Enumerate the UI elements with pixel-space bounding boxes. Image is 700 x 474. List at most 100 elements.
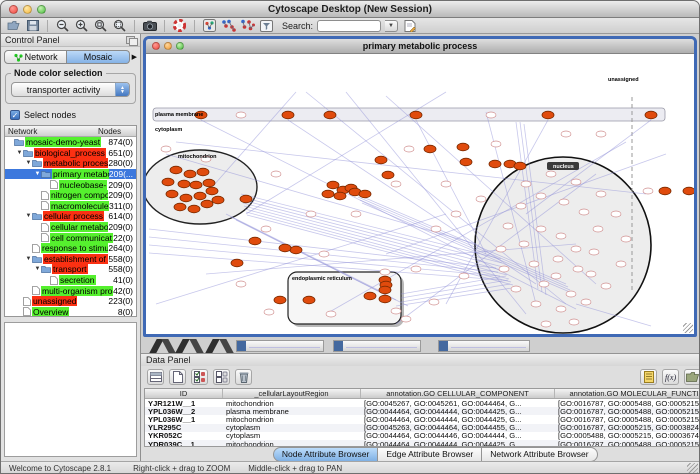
- network-graph[interactable]: plasma membranecytoplasmmitochondrionnuc…: [146, 54, 694, 334]
- selected-node[interactable]: [489, 160, 501, 168]
- close-icon[interactable]: [9, 5, 18, 14]
- node[interactable]: [431, 226, 441, 232]
- selected-node[interactable]: [188, 205, 200, 213]
- node[interactable]: [451, 211, 461, 217]
- selected-node[interactable]: [542, 111, 554, 119]
- selected-node[interactable]: [460, 158, 472, 166]
- node[interactable]: [561, 131, 571, 137]
- node[interactable]: [271, 171, 281, 177]
- window-resize-grip[interactable]: [687, 463, 698, 474]
- zoom-selected-icon[interactable]: [93, 19, 108, 33]
- selected-node[interactable]: [659, 187, 671, 195]
- node[interactable]: [571, 179, 581, 185]
- tab-edge-attribute-browser[interactable]: Edge Attribute Browser: [378, 447, 482, 462]
- selected-node[interactable]: [180, 194, 192, 202]
- layout-icon-2[interactable]: [240, 19, 255, 33]
- selected-node[interactable]: [231, 259, 243, 267]
- node[interactable]: [643, 188, 653, 194]
- selected-node[interactable]: [174, 203, 186, 211]
- node-color-dropdown[interactable]: transporter activity ▲▼: [11, 82, 130, 97]
- zoom-in-icon[interactable]: [74, 19, 89, 33]
- tab-network[interactable]: Network: [4, 50, 67, 64]
- node[interactable]: [539, 281, 549, 287]
- tree-row[interactable]: ▼transport558(0): [5, 264, 136, 275]
- node[interactable]: [404, 146, 414, 152]
- unselect-attributes-icon[interactable]: [213, 369, 230, 385]
- background-window[interactable]: [438, 340, 530, 352]
- node[interactable]: [586, 271, 596, 277]
- node[interactable]: [616, 261, 626, 267]
- selected-node[interactable]: [274, 296, 286, 304]
- selected-node[interactable]: [327, 181, 339, 189]
- tab-mosaic[interactable]: Mosaic: [67, 50, 129, 64]
- view-zoom-icon[interactable]: [176, 42, 184, 50]
- edge[interactable]: [149, 245, 500, 276]
- tree-row[interactable]: ▼establishment of lo558(0): [5, 254, 136, 265]
- node[interactable]: [601, 283, 611, 289]
- tree-row[interactable]: unassigned223(0): [5, 296, 136, 307]
- tree-row[interactable]: nitrogen compo209(0): [5, 190, 136, 201]
- node[interactable]: [521, 181, 531, 187]
- background-window[interactable]: [333, 340, 421, 352]
- node[interactable]: [536, 193, 546, 199]
- selected-node[interactable]: [201, 200, 213, 208]
- node[interactable]: [611, 211, 621, 217]
- node[interactable]: [503, 223, 513, 229]
- disclosure-triangle-icon[interactable]: ▼: [34, 171, 41, 177]
- tree-row[interactable]: cell communicat22(0): [5, 232, 136, 243]
- selected-node[interactable]: [279, 244, 291, 252]
- tree-row[interactable]: nucleobase-209(0): [5, 179, 136, 190]
- help-icon[interactable]: [172, 19, 187, 33]
- tree-row[interactable]: mosaic-demo-yeast874(0): [5, 137, 136, 148]
- node[interactable]: [236, 281, 246, 287]
- node[interactable]: [559, 199, 569, 205]
- tree-row[interactable]: ▼biological_process651(0): [5, 148, 136, 159]
- node[interactable]: [556, 306, 566, 312]
- selected-node[interactable]: [424, 145, 436, 153]
- float-panel-icon[interactable]: [126, 36, 136, 44]
- disclosure-triangle-icon[interactable]: ▼: [25, 213, 32, 219]
- node[interactable]: [536, 226, 546, 232]
- node[interactable]: [596, 191, 606, 197]
- tree-row[interactable]: multi-organism pro42(0): [5, 285, 136, 296]
- tree-row[interactable]: Overview8(0): [5, 307, 136, 317]
- node[interactable]: [573, 266, 583, 272]
- network-view-window[interactable]: primary metabolic process plasma membran…: [143, 36, 697, 337]
- selected-node[interactable]: [212, 196, 224, 204]
- node[interactable]: [459, 273, 469, 279]
- disclosure-triangle-icon[interactable]: ▼: [16, 150, 23, 156]
- node[interactable]: [264, 309, 274, 315]
- node[interactable]: [441, 181, 451, 187]
- selected-node[interactable]: [683, 187, 694, 195]
- node[interactable]: [391, 308, 401, 314]
- selected-node[interactable]: [184, 170, 196, 178]
- node[interactable]: [541, 321, 551, 327]
- cell-region[interactable]: mitochondrion: [223, 440, 361, 446]
- vizmapper-icon[interactable]: [202, 19, 217, 33]
- node[interactable]: [429, 299, 439, 305]
- node[interactable]: [401, 316, 411, 322]
- disclosure-triangle-icon[interactable]: ▼: [34, 266, 41, 272]
- node[interactable]: [551, 273, 561, 279]
- node[interactable]: [571, 246, 581, 252]
- selected-node[interactable]: [645, 111, 657, 119]
- minimize-icon[interactable]: [23, 5, 32, 14]
- selected-node[interactable]: [514, 162, 526, 170]
- node[interactable]: [566, 291, 576, 297]
- node[interactable]: [581, 299, 591, 305]
- tree-row[interactable]: secretion41(0): [5, 275, 136, 286]
- new-attribute-icon[interactable]: [169, 369, 186, 385]
- node[interactable]: [516, 203, 526, 209]
- selected-node[interactable]: [178, 180, 190, 188]
- tab-network-attribute-browser[interactable]: Network Attribute Browser: [482, 447, 597, 462]
- function-icon[interactable]: f(x): [662, 369, 679, 385]
- selected-node[interactable]: [379, 286, 391, 294]
- selected-node[interactable]: [203, 179, 215, 187]
- node[interactable]: [486, 112, 496, 118]
- node[interactable]: [496, 246, 506, 252]
- selected-node[interactable]: [290, 246, 302, 254]
- resize-grip-icon[interactable]: [683, 323, 693, 333]
- snapshot-icon[interactable]: [142, 19, 157, 33]
- selected-node[interactable]: [410, 111, 422, 119]
- node[interactable]: [579, 209, 589, 215]
